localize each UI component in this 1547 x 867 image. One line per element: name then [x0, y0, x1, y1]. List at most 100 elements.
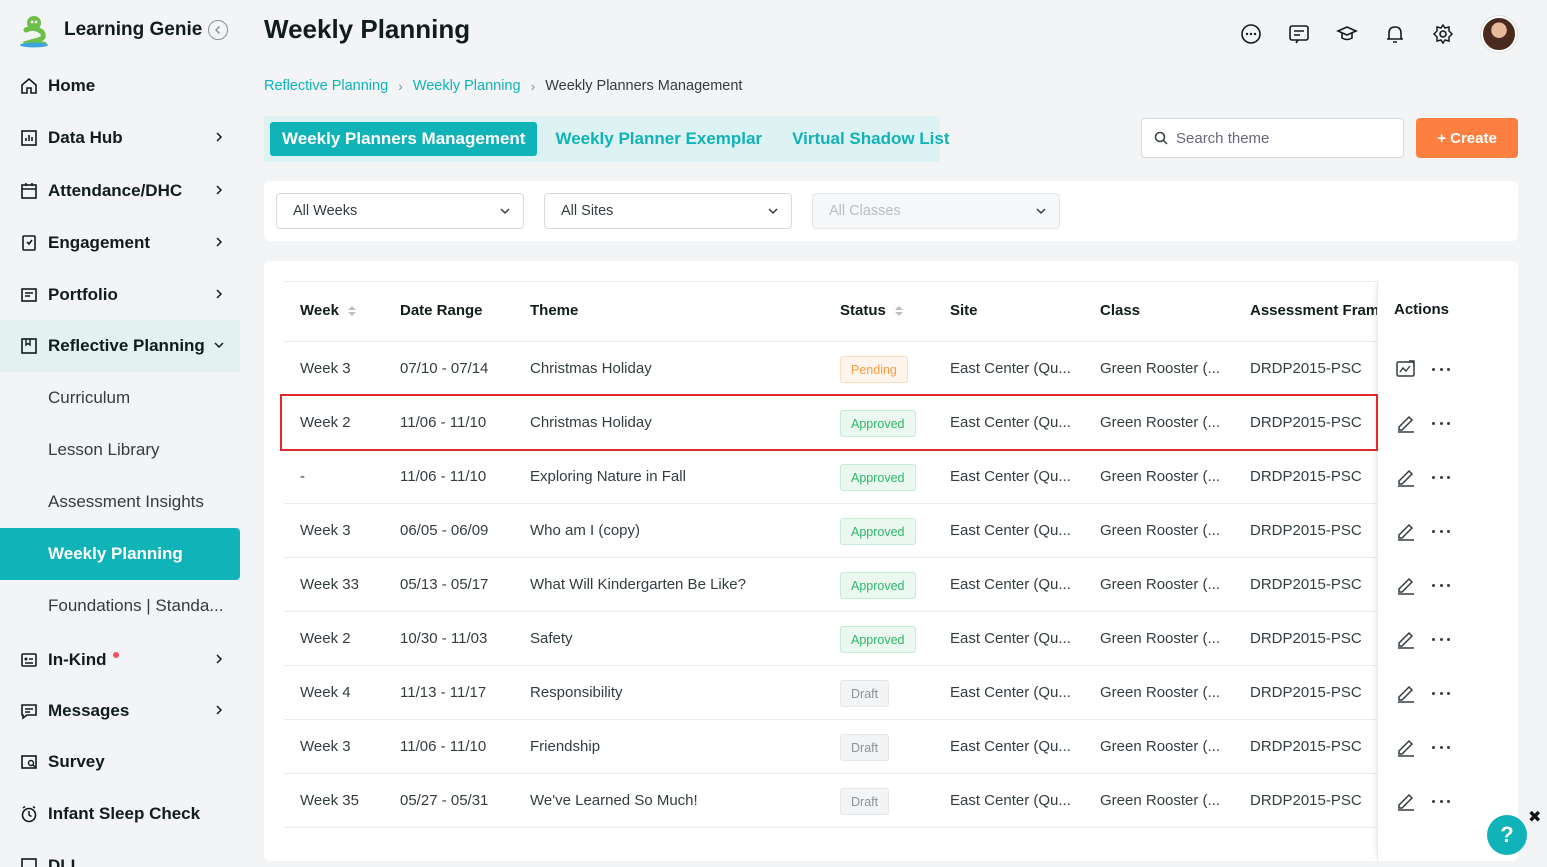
cell-assessment-framework: DRDP2015-PSC [1250, 684, 1362, 701]
status-badge: Approved [840, 410, 916, 437]
breadcrumb-weekly-planning[interactable]: Weekly Planning [413, 78, 521, 94]
chevron-right-icon [216, 237, 223, 247]
sort-icon[interactable] [894, 304, 904, 318]
table-row[interactable]: Week 3 11/06 - 11/10 Friendship East Center… [284, 720, 1498, 774]
inkind-icon [20, 651, 38, 669]
sidebar-subitem-foundations[interactable]: Foundations | Standa... [0, 580, 240, 632]
cell-site: East Center (Qu... [950, 414, 1071, 431]
table-row[interactable]: Week 2 11/06 - 11/10 Christmas Holiday East… [284, 396, 1498, 450]
tab-weekly-planners-management[interactable]: Weekly Planners Management [270, 122, 538, 156]
more-options-icon[interactable] [1432, 366, 1450, 372]
sidebar-subitem-weekly-planning[interactable]: Weekly Planning [0, 528, 240, 580]
chevron-down-icon [768, 208, 778, 215]
edit-icon[interactable] [1395, 574, 1417, 596]
table-row[interactable]: - 11/06 - 11/10 Exploring Nature in Fall Ea… [284, 450, 1498, 504]
column-header-week[interactable]: Week [300, 302, 357, 319]
sidebar-item-messages[interactable]: Messages [0, 685, 240, 737]
sidebar-item-label: Reflective Planning [48, 336, 205, 355]
cell-assessment-framework: DRDP2015-PSC [1250, 360, 1362, 377]
more-options-icon[interactable] [1432, 420, 1450, 426]
review-icon[interactable] [1395, 358, 1417, 380]
avatar[interactable] [1481, 16, 1517, 52]
cell-site: East Center (Qu... [950, 576, 1071, 593]
collapse-sidebar-button[interactable] [208, 20, 228, 40]
sidebar-item-infant-sleep-check[interactable]: Infant Sleep Check [0, 788, 240, 840]
sidebar-subitem-assessment-insights[interactable]: Assessment Insights [0, 476, 240, 528]
more-options-icon[interactable] [1432, 744, 1450, 750]
cell-assessment-framework: DRDP2015-PSC [1250, 738, 1362, 755]
table-row[interactable]: Week 3 07/10 - 07/14 Christmas Holiday East… [284, 342, 1498, 396]
more-options-icon[interactable] [1432, 690, 1450, 696]
weeks-select[interactable]: All Weeks [276, 193, 524, 229]
breadcrumb-reflective-planning[interactable]: Reflective Planning [264, 78, 388, 94]
status-badge: Draft [840, 788, 890, 815]
bell-icon[interactable] [1383, 22, 1407, 46]
help-button[interactable]: ? [1487, 815, 1527, 855]
cell-site: East Center (Qu... [950, 522, 1071, 539]
sidebar-item-reflective-planning[interactable]: Reflective Planning [0, 320, 240, 372]
sidebar-item-label: Portfolio [48, 285, 118, 304]
actions-column: Actions [1377, 281, 1498, 861]
cell-site: East Center (Qu... [950, 360, 1071, 377]
tab-weekly-planner-exemplar[interactable]: Weekly Planner Exemplar [543, 122, 774, 156]
edit-icon[interactable] [1395, 520, 1417, 542]
sidebar-subitem-label: Curriculum [48, 388, 131, 407]
cell-theme: Safety [530, 630, 573, 647]
create-button[interactable]: + Create [1416, 118, 1518, 158]
cell-date-range: 11/13 - 11/17 [400, 684, 487, 701]
sidebar-subitem-curriculum[interactable]: Curriculum [0, 372, 240, 424]
cell-assessment-framework: DRDP2015-PSC [1250, 792, 1362, 809]
status-badge: Approved [840, 464, 916, 491]
sort-icon[interactable] [347, 304, 357, 318]
breadcrumb-separator-icon: › [398, 78, 403, 94]
planners-table: Week Date Range Theme Status Site Class … [264, 261, 1518, 861]
more-options-icon[interactable] [1432, 474, 1450, 480]
sidebar-item-home[interactable]: Home [0, 60, 240, 112]
sidebar-item-attendance[interactable]: Attendance/DHC [0, 165, 240, 217]
more-options-icon[interactable] [1432, 528, 1450, 534]
table-row[interactable]: Week 33 05/13 - 05/17 What Will Kindergart… [284, 558, 1498, 612]
sidebar-item-dll[interactable]: DLL [0, 840, 240, 867]
search-input[interactable] [1176, 129, 1386, 147]
sidebar-item-survey[interactable]: Survey [0, 736, 240, 788]
table-row[interactable]: Week 3 06/05 - 06/09 Who am I (copy) East C… [284, 504, 1498, 558]
sidebar-item-engagement[interactable]: Engagement [0, 217, 240, 269]
cell-week: - [300, 468, 305, 485]
more-options-icon[interactable] [1432, 636, 1450, 642]
sidebar-item-in-kind[interactable]: In-Kind [0, 634, 240, 686]
close-help-button[interactable]: ✖ [1528, 807, 1541, 827]
column-header-status[interactable]: Status [840, 302, 904, 319]
edit-icon[interactable] [1395, 628, 1417, 650]
app-name: Learning Genie [64, 19, 203, 40]
cell-class: Green Rooster (... [1100, 792, 1221, 809]
cell-week: Week 3 [300, 738, 351, 755]
sidebar-item-data-hub[interactable]: Data Hub [0, 112, 240, 164]
edit-icon[interactable] [1395, 412, 1417, 434]
filter-bar: All Weeks All Sites All Classes [264, 181, 1518, 241]
sites-select[interactable]: All Sites [544, 193, 792, 229]
chat-icon[interactable] [1239, 22, 1263, 46]
table-row[interactable]: Week 35 05/27 - 05/31 We've Learned So Muc… [284, 774, 1498, 828]
notes-icon[interactable] [1287, 22, 1311, 46]
edit-icon[interactable] [1395, 466, 1417, 488]
column-header-label: Week [300, 302, 339, 319]
graduation-cap-icon[interactable] [1335, 22, 1359, 46]
edit-icon[interactable] [1395, 736, 1417, 758]
table-row[interactable]: Week 4 11/13 - 11/17 Responsibility East Ce… [284, 666, 1498, 720]
gear-icon[interactable] [1431, 22, 1455, 46]
brand: Learning Genie [16, 12, 232, 48]
cell-week: Week 3 [300, 360, 351, 377]
sidebar-subitem-lesson-library[interactable]: Lesson Library [0, 424, 240, 476]
chevron-down-icon [500, 208, 510, 215]
tab-virtual-shadow-list[interactable]: Virtual Shadow List [780, 122, 961, 156]
table-row[interactable]: Week 2 10/30 - 11/03 Safety East Center (Qu… [284, 612, 1498, 666]
sidebar-item-label: Home [48, 76, 96, 95]
edit-icon[interactable] [1395, 790, 1417, 812]
edit-icon[interactable] [1395, 682, 1417, 704]
more-options-icon[interactable] [1432, 798, 1450, 804]
cell-week: Week 3 [300, 522, 351, 539]
column-header-class: Class [1100, 302, 1141, 319]
sidebar-item-portfolio[interactable]: Portfolio [0, 269, 240, 321]
survey-icon [20, 753, 38, 771]
more-options-icon[interactable] [1432, 582, 1450, 588]
